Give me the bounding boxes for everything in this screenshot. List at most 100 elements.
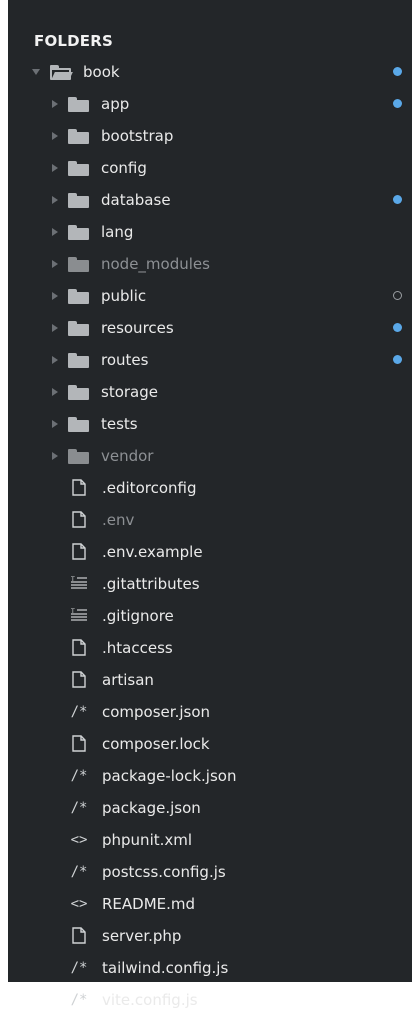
tree-item-label: database	[101, 191, 171, 209]
comment-icon: /*	[70, 864, 88, 880]
tree-item-folder[interactable]: config	[8, 152, 412, 184]
chevron-right-icon[interactable]	[52, 228, 58, 236]
tree-item-root-folder[interactable]: book	[8, 56, 412, 88]
tree-item-file[interactable]: T .gitignore	[8, 600, 412, 632]
text-lines-icon: T	[68, 607, 90, 625]
folder-icon	[68, 224, 89, 240]
tree-item-folder[interactable]: lang	[8, 216, 412, 248]
tree-item-label: artisan	[102, 671, 154, 689]
chevron-right-icon[interactable]	[52, 452, 58, 460]
tree-item-file[interactable]: T .gitattributes	[8, 568, 412, 600]
folder-icon	[68, 448, 89, 464]
tree-item-label: server.php	[102, 927, 182, 945]
tree-item-folder[interactable]: public	[8, 280, 412, 312]
tree-item-folder[interactable]: bootstrap	[8, 120, 412, 152]
modified-indicator	[393, 99, 402, 108]
tree-item-file[interactable]: /* tailwind.config.js	[8, 952, 412, 984]
tree-item-label: config	[101, 159, 147, 177]
tree-item-label: postcss.config.js	[102, 863, 226, 881]
folder-icon	[68, 128, 89, 144]
tree-item-label: book	[83, 63, 120, 81]
folder-icon	[68, 96, 89, 112]
tree-item-file[interactable]: artisan	[8, 664, 412, 696]
tree-item-folder[interactable]: storage	[8, 376, 412, 408]
folder-icon	[68, 160, 89, 176]
chevron-right-icon[interactable]	[52, 196, 58, 204]
tree-item-file[interactable]: .editorconfig	[8, 472, 412, 504]
tree-item-file[interactable]: <> phpunit.xml	[8, 824, 412, 856]
tree-item-file[interactable]: composer.lock	[8, 728, 412, 760]
tree-item-label: package-lock.json	[102, 767, 237, 785]
code-icon: <>	[70, 832, 88, 848]
tree-item-folder[interactable]: node_modules	[8, 248, 412, 280]
comment-icon: /*	[70, 768, 88, 784]
tree-item-folder[interactable]: routes	[8, 344, 412, 376]
tree-item-file[interactable]: /* vite.config.js	[8, 984, 412, 1016]
tree-item-label: .editorconfig	[102, 479, 197, 497]
tree-item-label: vendor	[101, 447, 154, 465]
tree-item-folder[interactable]: app	[8, 88, 412, 120]
chevron-right-icon[interactable]	[52, 260, 58, 268]
tree-item-label: node_modules	[101, 255, 210, 273]
file-icon	[68, 479, 90, 497]
file-icon	[68, 671, 90, 689]
tree-item-file[interactable]: /* composer.json	[8, 696, 412, 728]
tree-item-label: phpunit.xml	[102, 831, 193, 849]
modified-indicator	[393, 195, 402, 204]
file-icon	[68, 927, 90, 945]
chevron-right-icon[interactable]	[52, 356, 58, 364]
tree-item-file[interactable]: /* package-lock.json	[8, 760, 412, 792]
modified-indicator	[393, 323, 402, 332]
tree-item-folder[interactable]: vendor	[8, 440, 412, 472]
chevron-right-icon[interactable]	[52, 292, 58, 300]
tree-item-label: lang	[101, 223, 134, 241]
chevron-right-icon[interactable]	[52, 388, 58, 396]
tree-item-file[interactable]: .htaccess	[8, 632, 412, 664]
tree-item-folder[interactable]: database	[8, 184, 412, 216]
file-icon	[68, 639, 90, 657]
tree-item-file[interactable]: .env.example	[8, 536, 412, 568]
chevron-right-icon[interactable]	[52, 100, 58, 108]
tree-item-label: .htaccess	[102, 639, 173, 657]
tree-item-label: tests	[101, 415, 138, 433]
folder-icon	[68, 256, 89, 272]
tree-item-label: bootstrap	[101, 127, 174, 145]
chevron-down-icon[interactable]	[32, 69, 40, 75]
tree-item-label: composer.json	[102, 703, 211, 721]
tree-item-label: storage	[101, 383, 158, 401]
folder-icon	[68, 352, 89, 368]
folder-icon	[68, 192, 89, 208]
tree-item-label: .gitattributes	[102, 575, 200, 593]
folder-icon	[68, 320, 89, 336]
chevron-right-icon[interactable]	[52, 132, 58, 140]
folder-open-icon	[50, 64, 73, 80]
code-icon: <>	[70, 896, 88, 912]
tree-item-file[interactable]: .env	[8, 504, 412, 536]
tree-item-folder[interactable]: resources	[8, 312, 412, 344]
folder-icon	[68, 384, 89, 400]
tree-item-file[interactable]: <> README.md	[8, 888, 412, 920]
tree-item-file[interactable]: /* postcss.config.js	[8, 856, 412, 888]
comment-icon: /*	[70, 704, 88, 720]
tree-item-label: package.json	[102, 799, 201, 817]
folders-header: FOLDERS	[34, 32, 114, 50]
tree-item-file[interactable]: server.php	[8, 920, 412, 952]
tree-item-label: routes	[101, 351, 149, 369]
chevron-right-icon[interactable]	[52, 420, 58, 428]
text-lines-icon: T	[68, 575, 90, 593]
tree-item-label: README.md	[102, 895, 196, 913]
tree-item-label: .gitignore	[102, 607, 174, 625]
comment-icon: /*	[70, 800, 88, 816]
modified-indicator	[393, 67, 402, 76]
folder-icon	[68, 416, 89, 432]
tree-item-folder[interactable]: tests	[8, 408, 412, 440]
file-icon	[68, 511, 90, 529]
tree-item-file[interactable]: /* package.json	[8, 792, 412, 824]
tree-item-label: .env	[102, 511, 135, 529]
tree-item-label: vite.config.js	[102, 991, 198, 1009]
untracked-indicator	[393, 291, 402, 300]
chevron-right-icon[interactable]	[52, 324, 58, 332]
tree-item-label: composer.lock	[102, 735, 210, 753]
folder-icon	[68, 288, 89, 304]
chevron-right-icon[interactable]	[52, 164, 58, 172]
